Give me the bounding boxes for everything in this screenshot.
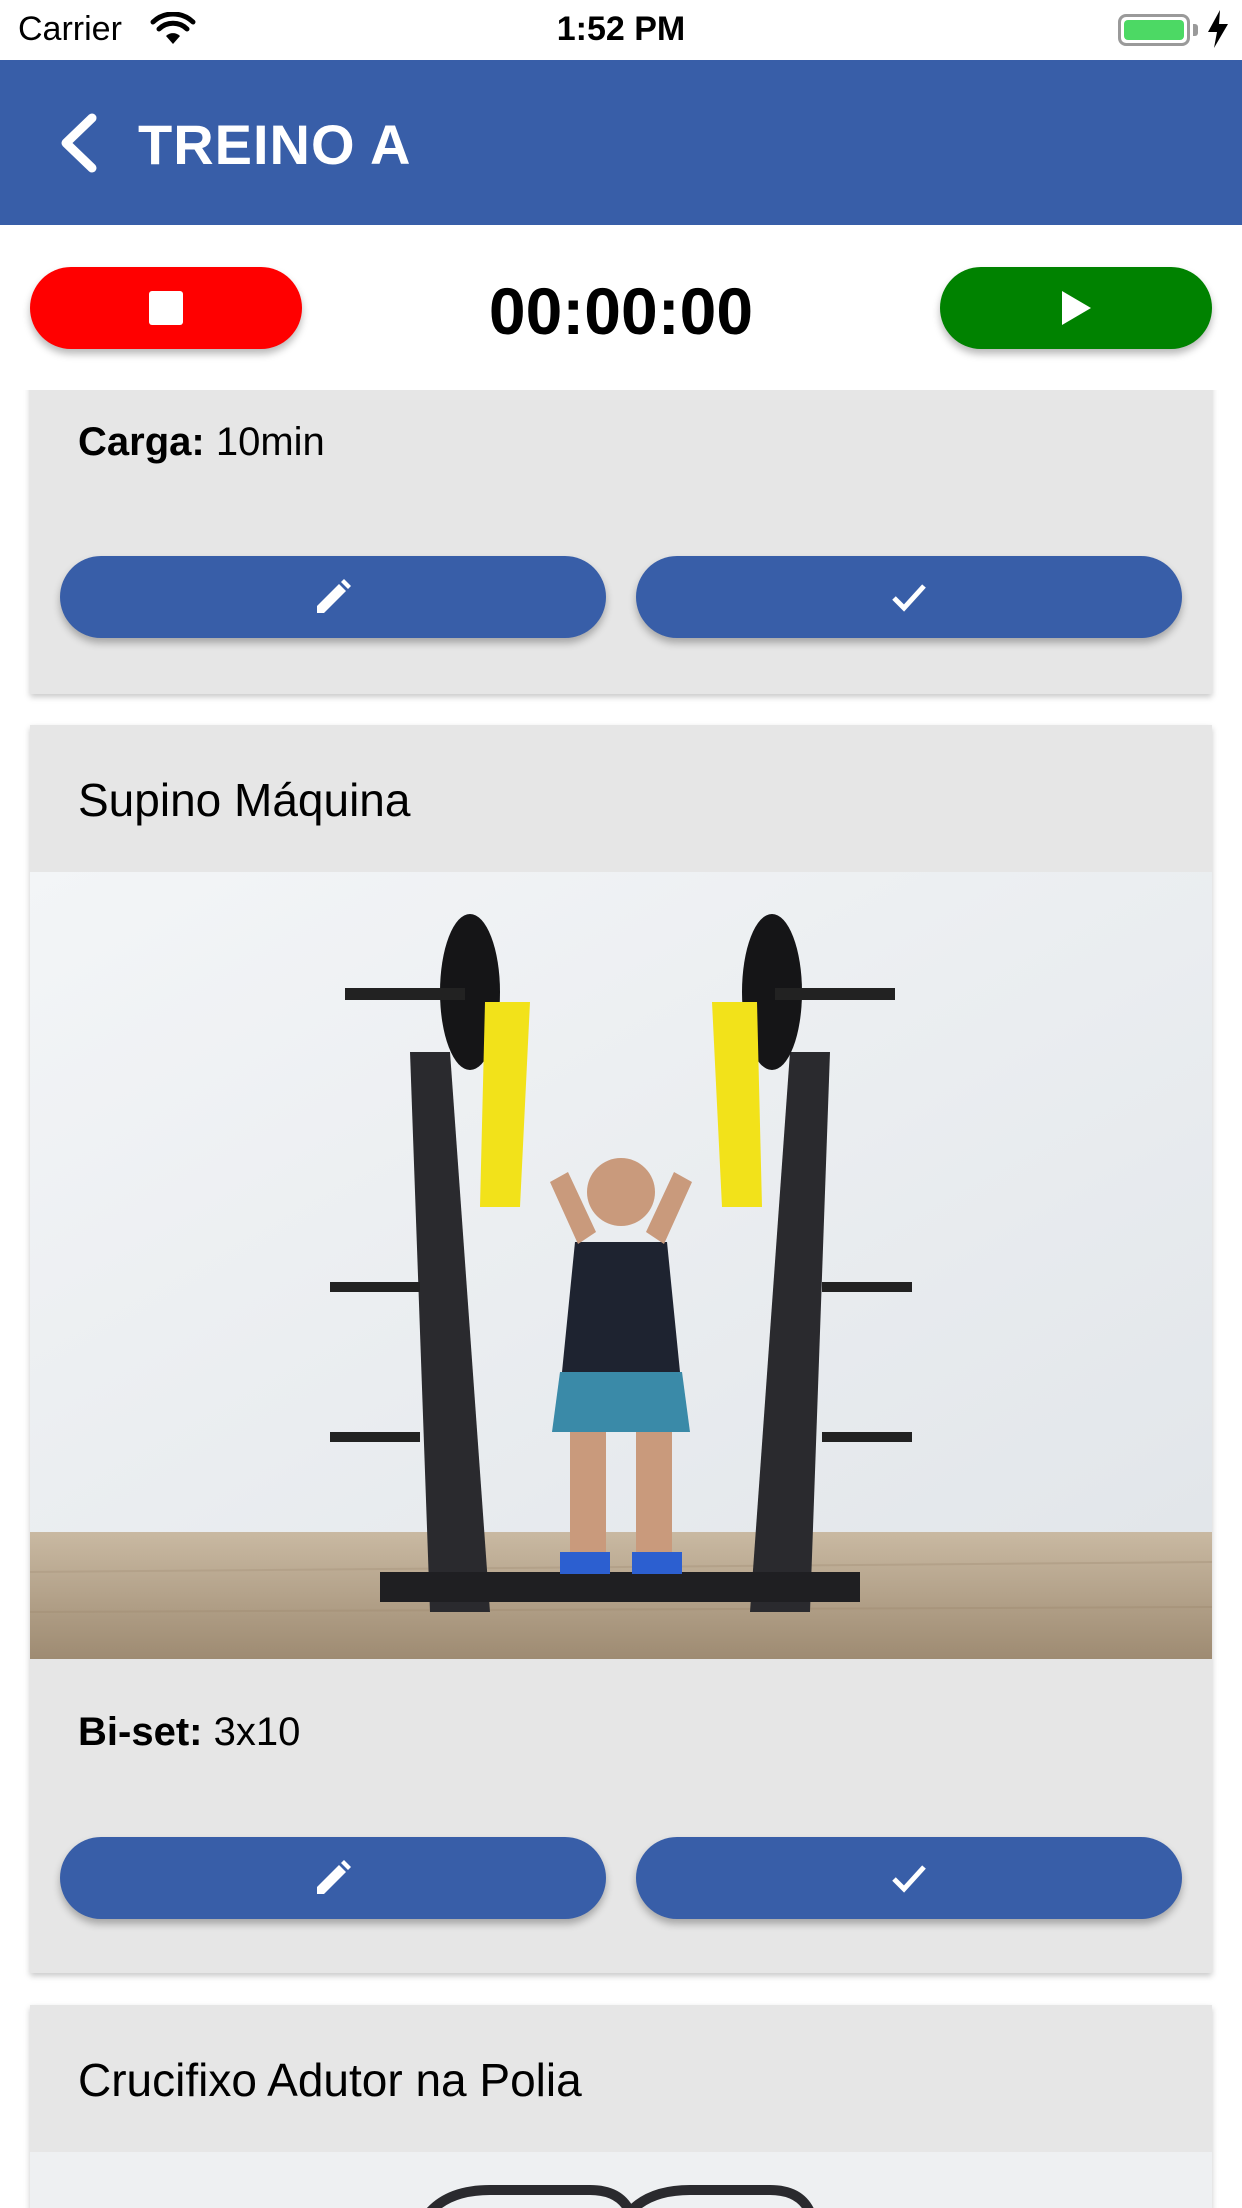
exercise-name: Supino Máquina (78, 774, 411, 826)
detail-value: 10min (215, 420, 325, 464)
play-icon (1062, 291, 1091, 325)
exercise-detail: Carga: 10min (78, 420, 325, 465)
chevron-left-icon[interactable] (50, 112, 110, 174)
clock-time: 1:52 PM (556, 10, 686, 48)
edit-button[interactable] (60, 1837, 606, 1919)
edit-button[interactable] (60, 556, 606, 638)
complete-button[interactable] (636, 556, 1182, 638)
detail-label: Carga: (78, 420, 205, 464)
chest-press-photo (30, 872, 1212, 1659)
exercise-list[interactable]: Carga: 10min Supino Máquina Bi-set: 3x10… (0, 390, 1242, 2208)
app-bar: TREINO A (0, 60, 1242, 225)
detail-label: Bi-set: (78, 1710, 203, 1754)
page-title: TREINO A (138, 113, 412, 176)
exercise-name: Crucifixo Adutor na Polia (78, 2054, 582, 2106)
exercise-detail: Bi-set: 3x10 (78, 1710, 300, 1755)
cable-crossover-photo (30, 2152, 1212, 2208)
battery-icon (1118, 14, 1190, 46)
check-icon (892, 584, 926, 612)
timer-controls: 00:00:00 (0, 225, 1242, 390)
battery-tip (1193, 24, 1198, 36)
pencil-icon (317, 579, 351, 613)
play-button[interactable] (940, 267, 1212, 349)
exercise-image (30, 872, 1212, 1659)
detail-value: 3x10 (213, 1710, 301, 1754)
exercise-card: Carga: 10min (30, 390, 1212, 694)
exercise-card: Supino Máquina Bi-set: 3x10 (30, 725, 1212, 1973)
exercise-card: Crucifixo Adutor na Polia (30, 2005, 1212, 2208)
status-bar: Carrier 1:52 PM (0, 0, 1242, 60)
charging-bolt-icon (1208, 10, 1228, 48)
exercise-image (30, 2152, 1212, 2208)
check-icon (892, 1865, 926, 1893)
pencil-icon (317, 1860, 351, 1894)
complete-button[interactable] (636, 1837, 1182, 1919)
